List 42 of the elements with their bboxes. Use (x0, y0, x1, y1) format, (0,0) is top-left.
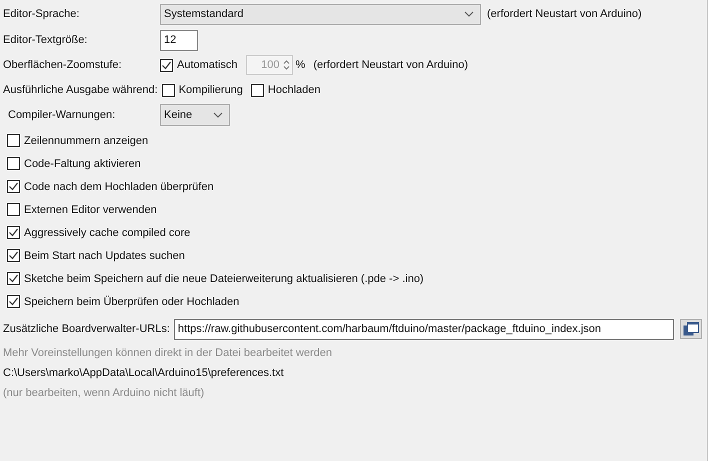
window-button[interactable] (680, 319, 702, 339)
option-checkbox[interactable]: Beim Start nach Updates suchen (0, 244, 707, 267)
caret-icon (213, 112, 223, 118)
checkbox[interactable] (7, 180, 20, 193)
field-label: Ausführliche Ausgabe während: (2, 84, 158, 96)
field-label: Compiler-Warnungen: (7, 109, 116, 121)
auto-checkbox[interactable]: Automatisch (160, 58, 238, 72)
verbose-checkbox[interactable]: Hochladen (250, 84, 321, 96)
option-checkbox[interactable]: Speichern beim Überprüfen oder Hochladen (0, 290, 707, 313)
checkbox[interactable] (7, 249, 20, 262)
checkbox[interactable] (7, 226, 20, 239)
info-text: Mehr Voreinstellungen können direkt in der Datei bearbeitet werden (2, 346, 333, 361)
checkbox[interactable] (162, 84, 175, 96)
option-checkbox[interactable]: Code-Faltung aktivieren (0, 152, 707, 175)
checkbox[interactable] (7, 272, 20, 285)
field-label: Oberflächen-Zoomstufe: (2, 59, 123, 71)
info-text: (nur bearbeiten, wenn Arduino nicht läuft) (2, 386, 206, 401)
option-checkbox[interactable]: Externen Editor verwenden (0, 198, 707, 221)
restart-note: (erfordert Neustart von Arduino) (313, 59, 468, 71)
font-size-field[interactable]: 12 (160, 30, 198, 50)
checkbox[interactable] (160, 58, 173, 72)
field-label: Editor-Textgröße: (2, 34, 88, 46)
restart-note: (erfordert Neustart von Arduino) (487, 8, 642, 20)
option-checkbox[interactable]: Code nach dem Hochladen überprüfen (0, 175, 707, 198)
option-checkbox[interactable]: Aggressively cache compiled core (0, 221, 707, 244)
checkbox[interactable] (7, 134, 20, 147)
caret-icon (464, 11, 474, 17)
verbose-checkbox[interactable]: Kompilierung (162, 84, 243, 96)
option-checkbox[interactable]: Sketche beim Speichern auf die neue Dateierweiterung aktualisieren (.pde -> .ino) (0, 267, 707, 290)
language-dropdown[interactable]: Systemstandard (160, 4, 481, 24)
checkbox[interactable] (250, 84, 264, 96)
percent-sign: % (296, 59, 306, 71)
checkbox[interactable] (7, 295, 20, 308)
checkbox[interactable] (7, 157, 20, 170)
file-path: C:\Users\marko\AppData\Local\Arduino15\preferences.txt (2, 366, 285, 381)
spinner-arrows-icon (282, 59, 290, 71)
field-label: Editor-Sprache: (2, 8, 80, 20)
field-label: Zusätzliche Boardverwalter-URLs: (2, 323, 170, 335)
warnings-dropdown[interactable]: Keine (160, 104, 230, 126)
checkbox[interactable] (7, 203, 20, 216)
option-checkbox[interactable]: Zeilennummern anzeigen (0, 129, 707, 152)
url-field[interactable]: https://raw.githubusercontent.com/harbaum/ftduino/master/package_ftduino_index.json (174, 318, 674, 340)
